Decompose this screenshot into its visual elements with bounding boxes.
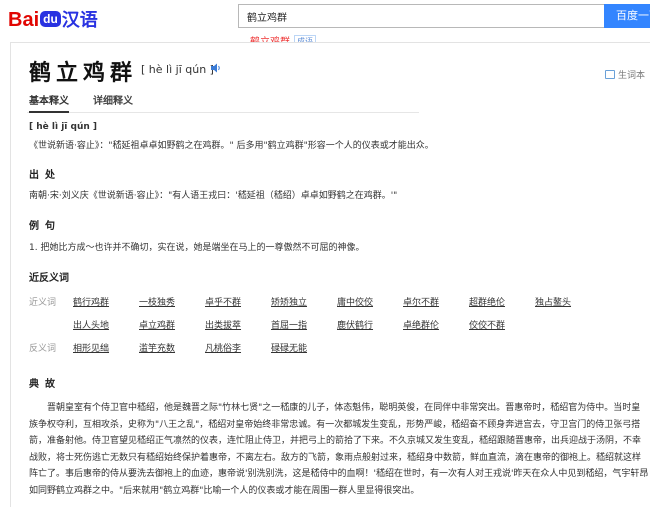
- antonym-link[interactable]: 相形见绌: [73, 341, 109, 354]
- vocab-book-icon: [605, 70, 615, 79]
- search-input[interactable]: [239, 5, 604, 27]
- synonym-link[interactable]: 卓绝群伦: [403, 318, 439, 331]
- synonym-link[interactable]: 鹤行鸡群: [73, 295, 109, 308]
- synonym-link[interactable]: 出人头地: [73, 318, 109, 331]
- allusion-text: 晋朝皇室有个侍卫官中嵇绍，他是魏晋之际"竹林七贤"之一嵇康的儿子，体态魁伟，聪明…: [29, 403, 649, 496]
- baidu-hanyu-logo[interactable]: Bai du 汉语: [8, 6, 98, 32]
- synonym-link[interactable]: 卓尔不群: [403, 295, 439, 308]
- search-button[interactable]: 百度一下: [604, 4, 650, 28]
- synonym-link[interactable]: 超群绝伦: [469, 295, 505, 308]
- top-bar: Baidu汉语 百度一下 鹤立鸡群成语: [0, 0, 650, 50]
- synonym-link[interactable]: 佼佼不群: [469, 318, 505, 331]
- synonym-link[interactable]: 鹿伏鹤行: [337, 318, 373, 331]
- example-heading: 例句: [29, 221, 61, 232]
- definition-tabs: 基本释义 详细释义: [27, 95, 419, 113]
- synonym-link[interactable]: 独占鳌头: [535, 295, 571, 308]
- entry-pinyin: [ hè lì jī qún ]: [141, 63, 214, 76]
- antonym-label: 反义词: [29, 344, 57, 354]
- entry-card: 鹤立鸡群 [ hè lì jī qún ] 生词本 基本释义 详细释义 [ hè…: [10, 42, 650, 507]
- synonym-link[interactable]: 卓乎不群: [205, 295, 241, 308]
- synonym-link[interactable]: 矫矫独立: [271, 295, 307, 308]
- source-text: 南朝·宋·刘义庆《世说新语·容止》："有人语王戎曰：'嵇延祖（嵇绍）卓卓如野鹤之…: [29, 191, 398, 201]
- synonym-link[interactable]: 出类拔萃: [205, 318, 241, 331]
- antonym-link[interactable]: 碌碌无能: [271, 341, 307, 354]
- synonym-link[interactable]: 卓立鸡群: [139, 318, 175, 331]
- logo-bai: Bai: [8, 9, 40, 31]
- basic-definition: 《世说新语·容止》："嵇延祖卓卓如野鹤之在鸡群。" 后多用"鹤立鸡群"形容一个人…: [29, 141, 434, 151]
- relations-heading: 近反义词: [29, 273, 69, 284]
- synonym-link[interactable]: 首屈一指: [271, 318, 307, 331]
- antonym-link[interactable]: 凡桃俗李: [205, 341, 241, 354]
- antonym-link[interactable]: 滥竽充数: [139, 341, 175, 354]
- vocab-book-button[interactable]: 生词本: [605, 68, 645, 81]
- vocab-book-label: 生词本: [618, 71, 646, 81]
- tab-detailed[interactable]: 详细释义: [93, 95, 133, 113]
- allusion-heading: 典故: [29, 379, 61, 390]
- logo-hanyu: 汉语: [61, 10, 98, 30]
- synonym-label: 近义词: [29, 298, 57, 308]
- synonym-link[interactable]: 庸中佼佼: [337, 295, 373, 308]
- source-heading: 出处: [29, 170, 61, 181]
- logo-du-paw: du: [40, 11, 61, 27]
- search-box: [238, 4, 604, 28]
- synonym-link[interactable]: 一枝独秀: [139, 295, 175, 308]
- example-text: 1. 把她比方成～也许并不确切，实在说，她是端坐在马上的一尊傲然不可屈的神像。: [29, 243, 365, 253]
- speaker-icon[interactable]: [210, 62, 222, 74]
- entry-word: 鹤立鸡群: [29, 61, 138, 86]
- tab-basic[interactable]: 基本释义: [29, 95, 69, 113]
- basic-pinyin: [ hè lì jī qún ]: [29, 122, 98, 132]
